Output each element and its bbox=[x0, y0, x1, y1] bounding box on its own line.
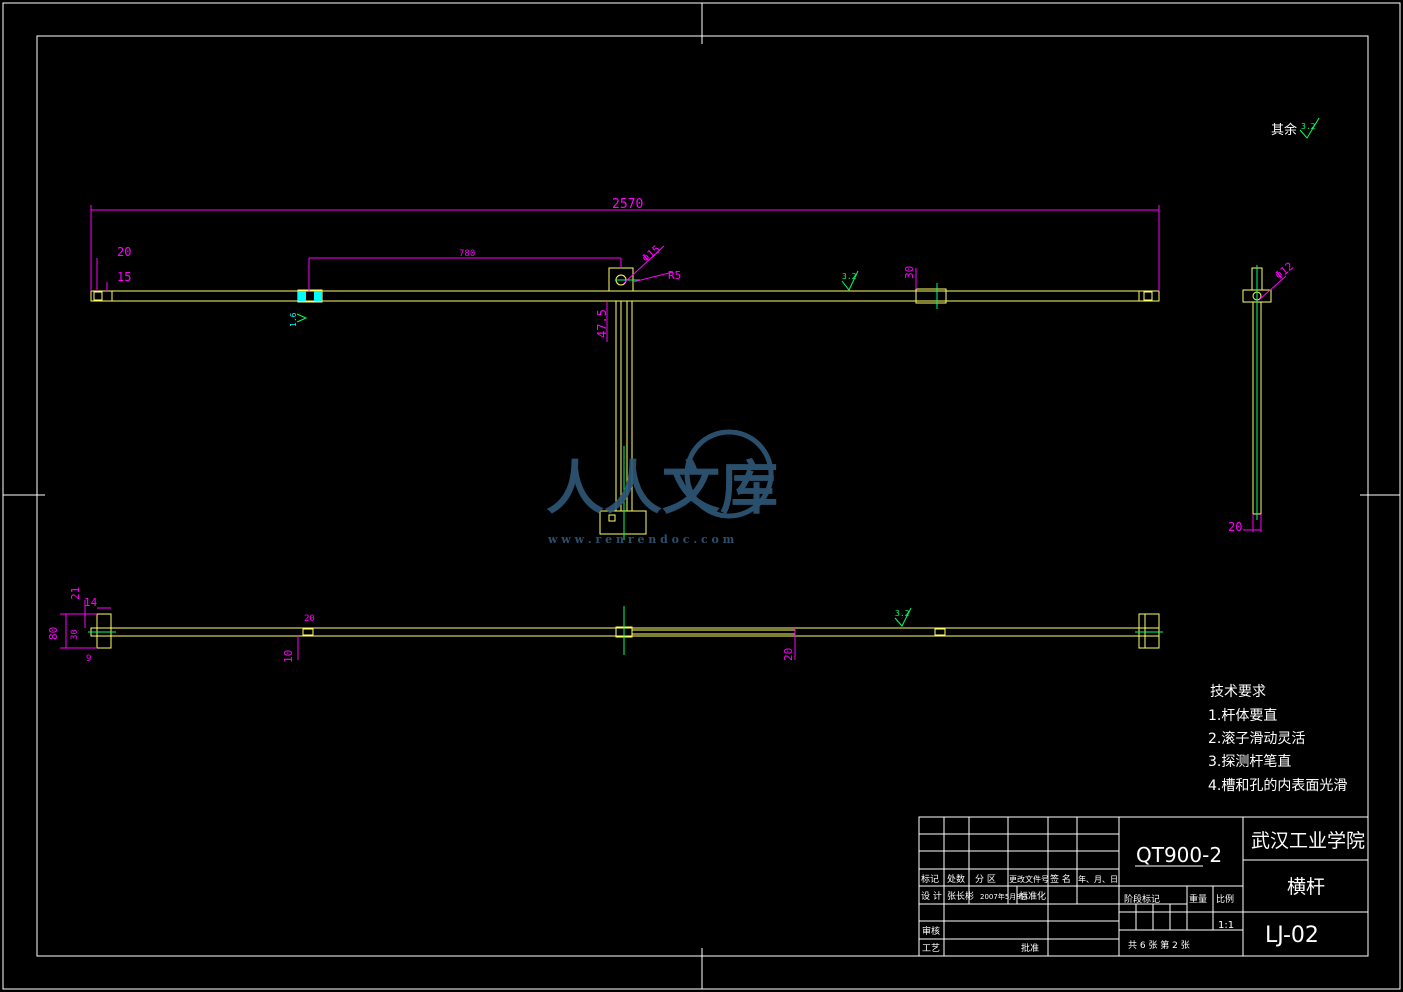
tb-material: QT900-2 bbox=[1136, 843, 1222, 867]
tb-designer: 张长彬 bbox=[947, 890, 974, 902]
front-right-pin bbox=[1143, 291, 1153, 301]
watermark-text: 人人文库 bbox=[546, 454, 778, 522]
bottom-dim-14: 14 bbox=[84, 596, 98, 609]
tb-header-date: 年、月、日 bbox=[1078, 874, 1118, 884]
tb-header-count: 处数 bbox=[947, 873, 965, 885]
bottom-dim-20-left: 20 bbox=[304, 614, 315, 624]
tb-standard-label: 标准化 bbox=[1019, 890, 1046, 902]
tech-requirements: 技术要求 1.杆体要直 2.滚子滑动灵活 3.探测杆笔直 4.槽和孔的内表面光滑 bbox=[1208, 684, 1347, 794]
watermark-url: w w w . r e n r e n d o c . c o m bbox=[547, 533, 735, 546]
side-hole-dia: Φ12 bbox=[1273, 260, 1297, 283]
tech-req-item-3: 3.探测杆笔直 bbox=[1208, 753, 1291, 770]
dim-stem-height: 47.5 bbox=[595, 309, 609, 338]
tb-stage-label: 阶段标记 bbox=[1124, 893, 1160, 905]
dim-hole-dia: Φ15 bbox=[640, 243, 664, 266]
bottom-dim-9: 9 bbox=[86, 654, 91, 664]
bottom-view: 80 21 14 30 9 20 10 20 3.2 bbox=[47, 587, 1163, 664]
bottom-dim-80: 80 bbox=[47, 627, 60, 640]
dim-radius: R5 bbox=[668, 269, 681, 282]
bottom-dim-10: 10 bbox=[282, 650, 295, 663]
bottom-dim-30: 30 bbox=[70, 629, 80, 640]
tb-process-label: 工艺 bbox=[922, 943, 940, 954]
bottom-bar bbox=[90, 627, 1160, 637]
roughness-note: 其余 3.2 bbox=[1271, 117, 1320, 139]
tb-design-label: 设 计 bbox=[921, 890, 942, 902]
tb-sheet-info: 共 6 张 第 2 张 bbox=[1128, 939, 1190, 951]
tb-header-zone: 分 区 bbox=[975, 874, 996, 885]
tech-req-item-2: 2.滚子滑动灵活 bbox=[1208, 730, 1305, 747]
dim-span-780: 780 bbox=[459, 249, 475, 259]
roughness-note-label: 其余 bbox=[1271, 122, 1297, 138]
bottom-left-end bbox=[96, 613, 112, 649]
bottom-dim-21: 21 bbox=[69, 587, 82, 600]
tb-header-file: 更改文件号 bbox=[1009, 874, 1049, 884]
side-view: Φ12 20 bbox=[1228, 260, 1296, 534]
dim-right-width: 30 bbox=[903, 266, 916, 279]
roughness-left-symbol bbox=[296, 313, 308, 323]
bottom-left-slot bbox=[302, 628, 314, 636]
tech-req-title: 技术要求 bbox=[1210, 684, 1266, 700]
title-block: QT900-2 武汉工业学院 横杆 LJ-02 1:1 标记 处数 分 区 更改… bbox=[918, 816, 1369, 957]
tech-req-item-1: 1.杆体要直 bbox=[1208, 707, 1277, 724]
tb-ratio-label: 比例 bbox=[1216, 893, 1234, 905]
side-bottom-width: 20 bbox=[1228, 520, 1242, 534]
bottom-right-end bbox=[1138, 613, 1160, 649]
tb-approve-label: 批准 bbox=[1021, 942, 1039, 954]
tb-scale: 1:1 bbox=[1218, 920, 1234, 931]
cad-drawing: 其余 3.2 2570 20 15 780 Φ15 R5 30 47.5 3.2… bbox=[2, 2, 1401, 990]
tb-review-label: 审核 bbox=[922, 925, 940, 937]
front-left-slot-fill bbox=[298, 291, 306, 301]
tb-drawing-no: LJ-02 bbox=[1265, 923, 1319, 948]
front-left-slot-fill-2 bbox=[314, 291, 322, 301]
bottom-roughness-value: 3.2 bbox=[895, 609, 910, 618]
roughness-left-value: 1.6 bbox=[289, 312, 298, 327]
front-left-pin bbox=[93, 291, 103, 301]
watermark: 人人文库 w w w . r e n r e n d o c . c o m bbox=[546, 429, 778, 546]
dim-overall-length: 2570 bbox=[612, 197, 643, 212]
front-bar bbox=[90, 290, 1160, 302]
bottom-right-slot bbox=[934, 628, 946, 636]
tech-req-item-4: 4.槽和孔的内表面光滑 bbox=[1208, 777, 1347, 794]
tb-header-sign: 签 名 bbox=[1050, 873, 1071, 885]
dim-left-20: 20 bbox=[117, 245, 131, 259]
tb-school: 武汉工业学院 bbox=[1251, 830, 1365, 852]
leader-radius bbox=[632, 271, 674, 283]
tb-part-name: 横杆 bbox=[1287, 876, 1325, 898]
tb-weight-label: 重量 bbox=[1189, 893, 1207, 905]
bottom-dim-20-mid: 20 bbox=[782, 648, 795, 661]
dim-left-15: 15 bbox=[117, 270, 131, 284]
tb-header-mark: 标记 bbox=[921, 873, 939, 885]
